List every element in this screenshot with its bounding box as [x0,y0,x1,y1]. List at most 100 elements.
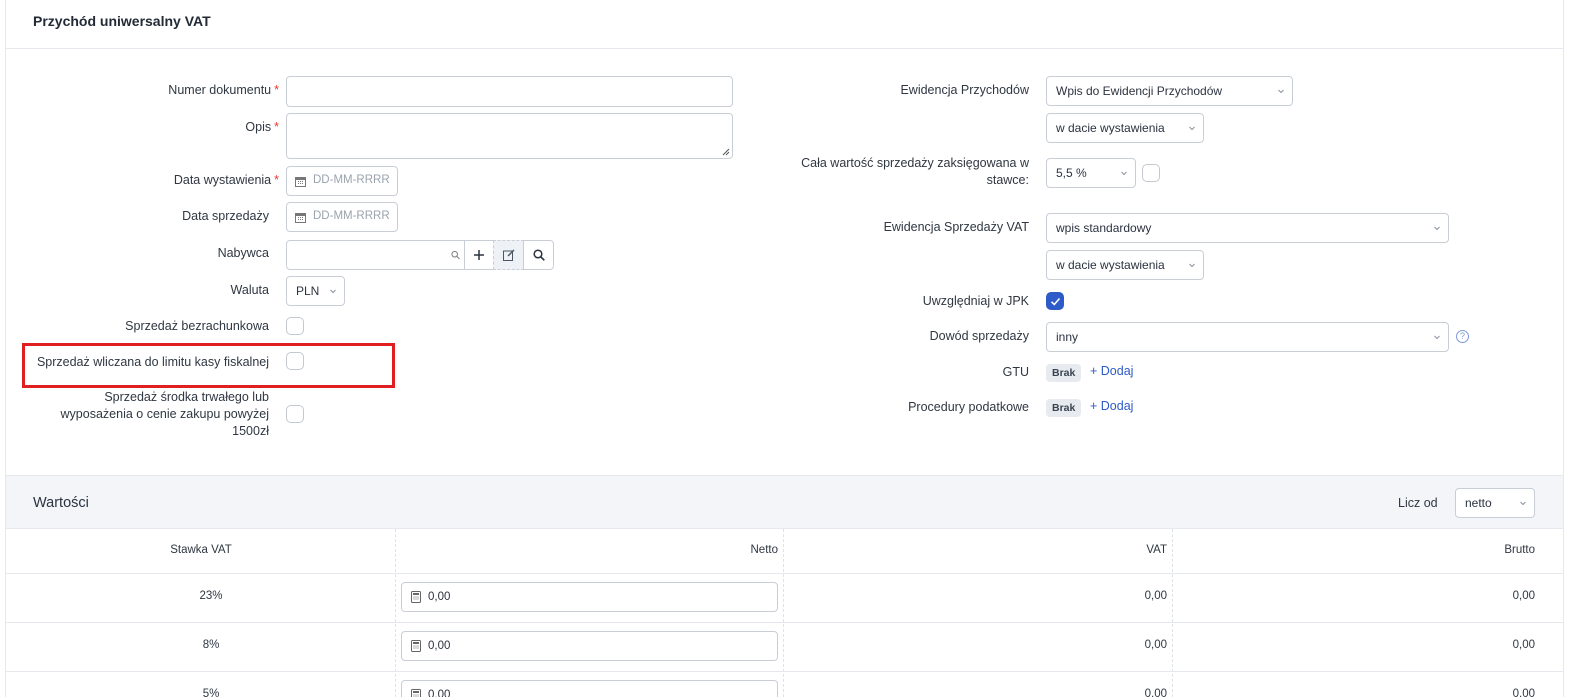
chevron-down-icon [1278,89,1284,94]
search-icon [532,249,545,261]
currency-label: Waluta [230,283,269,297]
jpk-label: Uwzględniaj w JPK [922,294,1029,308]
net-input[interactable]: 0,00 [401,680,778,697]
chevron-down-icon [1121,171,1127,176]
fiscal-limit-checkbox[interactable] [286,352,304,370]
document-number-label: Numer dokumentu * [168,83,279,97]
whole-value-rate-select[interactable]: 5,5 % [1046,158,1136,188]
calculator-icon [411,689,421,697]
rate-cell: 23% [199,590,223,602]
income-register-timing-value: w dacie wystawienia [1056,121,1165,135]
net-value: 0,00 [428,640,451,652]
calc-from-select[interactable]: netto [1455,488,1535,518]
table-row: 23% 0,00 0,00 0,00 [6,574,1563,623]
issue-date-input[interactable]: DD-MM-RRRR [286,166,398,196]
calendar-icon [295,177,306,187]
proof-value: inny [1056,330,1079,344]
plus-icon [474,250,484,260]
edit-icon [502,249,514,261]
net-input[interactable]: 0,00 [401,631,778,661]
vat-register-timing-value: w dacie wystawienia [1056,258,1165,272]
gtu-badge: Brak [1046,364,1082,382]
net-value: 0,00 [428,689,451,697]
vat-cell: 0,00 [1144,590,1167,602]
chevron-down-icon [1434,226,1440,231]
column-header-gross: Brutto [1504,544,1535,556]
gtu-label: GTU [1002,365,1029,379]
rate-cell: 8% [202,639,220,651]
chevron-down-icon [1189,263,1195,268]
values-table-header: Stawka VAT Netto VAT Brutto [6,529,1563,574]
gtu-add-link[interactable]: + Dodaj [1090,364,1133,378]
calculator-icon [411,640,421,652]
calendar-icon [295,213,306,223]
sale-date-label: Data sprzedaży [182,209,269,223]
column-header-vat: VAT [1146,544,1167,556]
fiscal-limit-label: Sprzedaż wliczana do limitu kasy fiskaln… [36,355,269,369]
values-title: Wartości [33,495,89,511]
issue-date-label: Data wystawienia * [173,173,279,187]
sale-date-placeholder: DD-MM-RRRR [313,210,390,222]
fixed-asset-checkbox[interactable] [286,405,304,423]
income-register-timing-select[interactable]: w dacie wystawienia [1046,113,1204,143]
whole-value-checkbox[interactable] [1142,164,1160,182]
description-textarea[interactable] [286,113,733,159]
buyer-label: Nabywca [217,246,269,260]
vat-cell: 0,00 [1144,639,1167,651]
whole-value-rate-value: 5,5 % [1056,166,1087,180]
income-register-value: Wpis do Ewidencji Przychodów [1056,84,1223,98]
document-number-input[interactable] [286,76,733,107]
unbilled-sale-checkbox[interactable] [286,317,304,335]
sale-date-input[interactable]: DD-MM-RRRR [286,202,398,232]
chevron-down-icon [1520,501,1526,506]
vat-register-label: Ewidencja Sprzedaży VAT [883,220,1029,234]
calc-from-value: netto [1465,496,1492,510]
unbilled-sale-label: Sprzedaż bezrachunkowa [125,319,269,333]
rate-cell: 5% [202,688,220,697]
vat-cell: 0,00 [1144,688,1167,697]
buyer-input[interactable] [286,240,465,270]
gross-cell: 0,00 [1512,639,1535,651]
chevron-down-icon [1434,335,1440,340]
net-input[interactable]: 0,00 [401,582,778,612]
values-section-header: Wartości Licz od netto [6,475,1563,529]
vat-register-select[interactable]: wpis standardowy [1046,213,1449,243]
page-title: Przychód uniwersalny VAT [33,13,211,29]
procedures-add-link[interactable]: + Dodaj [1090,399,1133,413]
whole-value-label: Cała wartość sprzedaży zaksięgowana w st… [801,156,1029,187]
currency-value: PLN [296,284,320,298]
procedures-label: Procedury podatkowe [908,400,1029,414]
currency-select[interactable]: PLN [286,276,345,306]
income-register-select[interactable]: Wpis do Ewidencji Przychodów [1046,76,1293,106]
proof-label: Dowód sprzedaży [929,329,1029,343]
issue-date-placeholder: DD-MM-RRRR [313,174,390,186]
fixed-asset-label: Sprzedaż środka trwałego lub wyposażenia… [60,390,269,438]
search-buyer-button[interactable] [523,240,554,270]
gross-cell: 0,00 [1512,590,1535,602]
gross-cell: 0,00 [1512,688,1535,697]
table-row: 5% 0,00 0,00 0,00 [6,672,1563,697]
calculator-icon [411,591,421,603]
procedures-badge: Brak [1046,399,1082,417]
column-header-net: Netto [750,544,779,556]
table-row: 8% 0,00 0,00 0,00 [6,623,1563,672]
resize-grip-icon[interactable] [722,148,730,156]
income-register-label: Ewidencja Przychodów [900,83,1029,97]
search-icon [451,250,460,260]
chevron-down-icon [1189,126,1195,131]
proof-select[interactable]: inny [1046,322,1449,352]
check-icon [1050,297,1061,306]
vat-register-timing-select[interactable]: w dacie wystawienia [1046,250,1204,280]
description-label: Opis * [245,120,279,134]
help-icon[interactable]: ? [1456,330,1469,343]
calc-from-label: Licz od [1398,496,1438,510]
net-value: 0,00 [428,591,451,603]
add-buyer-button[interactable] [464,240,494,270]
column-header-rate: Stawka VAT [170,544,232,556]
form-panel: Przychód uniwersalny VAT Numer dokumentu… [5,0,1564,697]
vat-register-value: wpis standardowy [1056,221,1152,235]
chevron-down-icon [330,289,336,294]
edit-buyer-button[interactable] [493,240,524,270]
jpk-checkbox[interactable] [1046,292,1064,310]
panel-header: Przychód uniwersalny VAT [6,0,1563,49]
